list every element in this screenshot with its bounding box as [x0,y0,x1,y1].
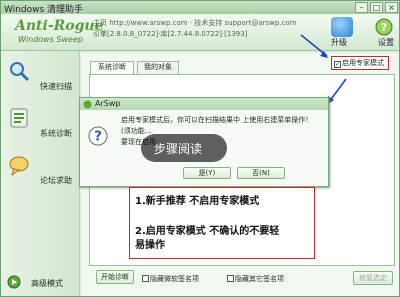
note-line: 易操作 [135,240,165,251]
confirm-dialog: ArSwp ? 启用专家模式后，你可以在扫描结果中 上使用右建菜单操作！ (须功… [79,97,329,187]
dialog-message: 启用专家模式后，你可以在扫描结果中 上使用右建菜单操作！ [121,116,313,124]
svg-text:?: ? [94,130,102,145]
repair-selected-button[interactable]: 修复选定 [353,271,393,285]
hide-other-signed-checkbox[interactable]: 隐藏其它签名项 [227,274,284,284]
checkbox-unchecked-icon [227,275,234,282]
app-small-icon [83,100,92,109]
note-line: 1.新手推荐 不启用专家模式 [135,196,260,207]
dialog-message: (须功能… [121,127,152,135]
app-window: Windows 清理助手 – □ × Anti-Rogue Windows Sw… [0,0,400,297]
question-icon: ? [88,126,108,146]
start-diagnosis-button[interactable]: 开始诊断 [96,270,134,284]
dialog-yes-button[interactable]: 是(Y) [183,167,231,179]
dialog-title-bar: ArSwp [80,98,328,110]
dialog-no-button[interactable]: 否(N) [237,167,285,179]
overlay-text: 步骤阅读 [154,142,203,156]
overlay-badge: 步骤阅读 [141,134,227,162]
note-line: 2.启用专家模式 不确认的不要轻 [135,226,280,237]
annotation-note: 1.新手推荐 不启用专家模式 2.启用专家模式 不确认的不要轻 易操作 [129,187,315,259]
hide-microsoft-signed-checkbox[interactable]: 隐藏微软签名项 [142,274,199,284]
hide-other-signed-label: 隐藏其它签名项 [235,275,284,283]
hide-microsoft-signed-label: 隐藏微软签名项 [150,275,199,283]
dialog-title: ArSwp [95,99,121,108]
checkbox-unchecked-icon [142,275,149,282]
